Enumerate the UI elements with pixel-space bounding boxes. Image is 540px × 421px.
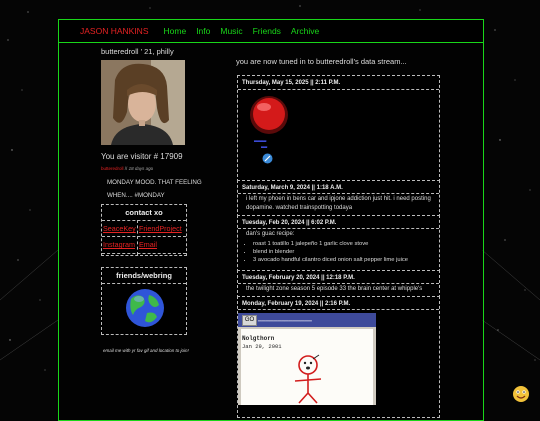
- recipe-list: roast 1 toatillo 1 jalepeño 1 garlic clo…: [246, 241, 408, 264]
- post-2: Saturday, March 9, 2024 || 1:18 A.M. i l…: [237, 180, 440, 217]
- button-label-link[interactable]: ▁▁▁▁: [254, 136, 266, 141]
- visitor-counter: You are visitor # 17909: [101, 152, 183, 161]
- contact-header: contact xo: [125, 208, 163, 217]
- post-1-date: Thursday, May 15, 2025 || 2:11 P.M.: [242, 80, 341, 86]
- post-4-date: Tuesday, February 20, 2024 || 12:18 P.M.: [242, 275, 355, 281]
- contact-link-seacekey[interactable]: SeaceKey: [103, 224, 136, 233]
- stick-figure-drawing: [294, 354, 322, 404]
- window-author: Nolgthorn: [242, 335, 275, 342]
- mood-line-1: MONDAY MOOD. THAT FEELING: [107, 179, 202, 186]
- contact-link-instagram[interactable]: Instagram: [103, 240, 135, 249]
- mood-line-2: WHEN.... #MONDAY: [107, 192, 165, 199]
- red-button-icon[interactable]: [248, 94, 290, 136]
- nav-music[interactable]: Music: [220, 26, 242, 36]
- nav-friends[interactable]: Friends: [253, 26, 281, 36]
- post-5-image: GO ▁▁▁▁▁▁▁▁▁▁▁▁▁▁ Nolgthorn Jan 29, 2001: [238, 313, 376, 405]
- post-2-date: Saturday, March 9, 2024 || 1:18 A.M.: [242, 185, 343, 191]
- post-1: Thursday, May 15, 2025 || 2:11 P.M. ▁▁▁▁…: [237, 75, 440, 182]
- profile-name: butteredroll ' 21, philly: [101, 47, 174, 56]
- avatar: [101, 60, 185, 145]
- button-label-link-2[interactable]: ▁▁: [261, 142, 267, 147]
- nav-archive[interactable]: Archive: [291, 26, 319, 36]
- go-button[interactable]: GO: [242, 315, 257, 326]
- contact-box: contact xo SeaceKey FriendProject Instag…: [101, 204, 187, 256]
- contact-link-friendproject[interactable]: FriendProject: [139, 224, 182, 233]
- list-item: roast 1 toatillo 1 jalepeño 1 garlic clo…: [253, 241, 408, 249]
- mood-timestamp: 18 days ago: [128, 166, 154, 171]
- post-3-date: Tuesday, Feb 20, 2024 || 6:02 P.M.: [242, 220, 337, 226]
- mood-text: MONDAY MOOD. THAT FEELING WHEN.... #MOND…: [107, 176, 202, 202]
- smiley-icon[interactable]: [512, 385, 530, 403]
- mood-user-link[interactable]: butteredroll: [101, 166, 124, 171]
- nav-info[interactable]: Info: [196, 26, 210, 36]
- post-5-date: Monday, February 19, 2024 || 2:16 P.M.: [242, 301, 351, 307]
- email-note: email me with yr fav gif and location to…: [103, 348, 189, 353]
- webring-box: friends/webring: [101, 267, 187, 335]
- post-3: Tuesday, Feb 20, 2024 || 6:02 P.M. dan's…: [237, 215, 440, 272]
- post-4-text: the twilight zone season 5 episode 33 th…: [246, 286, 423, 292]
- post-3-text: dan's guac recipe:: [246, 231, 295, 237]
- top-nav: JASON HANKINS Home Info Music Friends Ar…: [58, 19, 484, 43]
- post-2-text: i left my phoen in bens car and ipjone a…: [246, 196, 431, 211]
- site-title[interactable]: JASON HANKINS: [80, 26, 149, 36]
- feed-intro: you are now tuned in to butteredroll's d…: [236, 57, 407, 66]
- window-title-text: ▁▁▁▁▁▁▁▁▁▁▁▁▁▁: [258, 316, 312, 322]
- window-date: Jan 29, 2001: [242, 343, 282, 350]
- list-item: blend in blender: [253, 249, 408, 257]
- link-icon[interactable]: [262, 153, 273, 164]
- list-item: 3 avocado handful cilantro diced onion s…: [253, 257, 408, 265]
- mood-meta: butteredroll // 18 days ago: [101, 166, 154, 171]
- webring-header: friends/webring: [116, 271, 172, 280]
- contact-link-email[interactable]: Email: [139, 240, 157, 249]
- post-4: Tuesday, February 20, 2024 || 12:18 P.M.…: [237, 270, 440, 298]
- nav-home[interactable]: Home: [164, 26, 187, 36]
- globe-icon[interactable]: [123, 287, 167, 329]
